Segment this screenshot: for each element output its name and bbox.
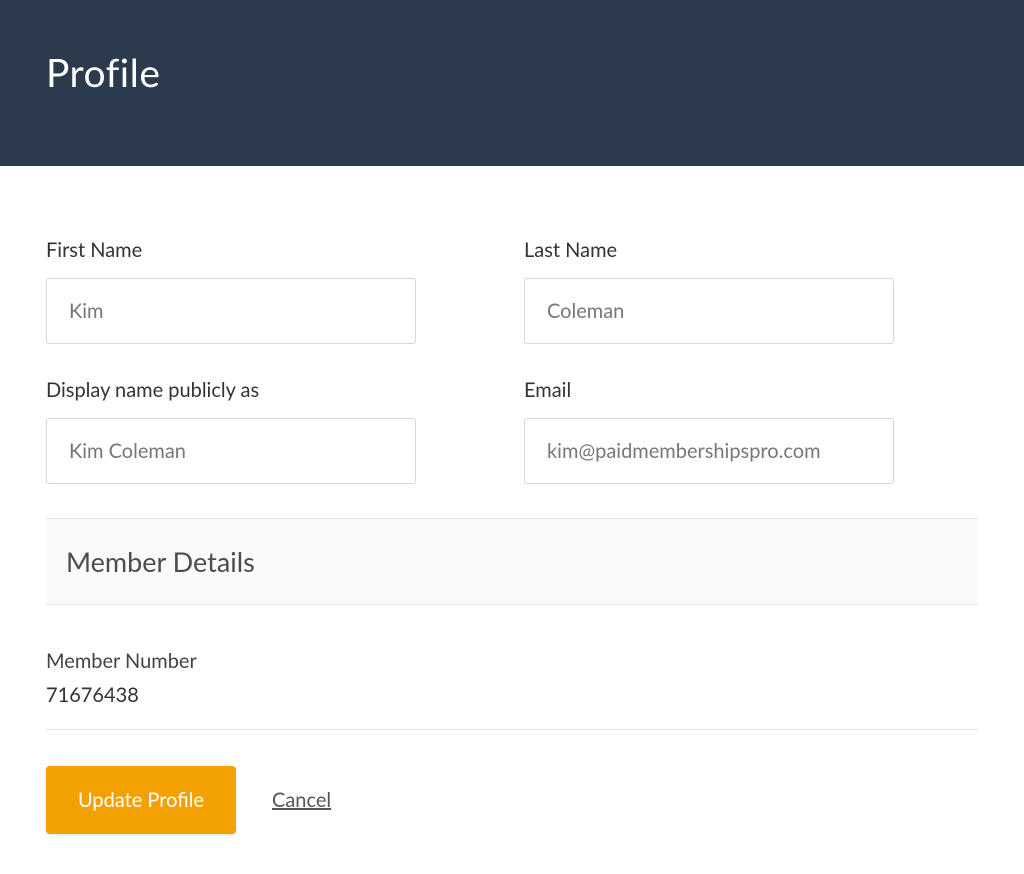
page-header: Profile	[0, 0, 1024, 166]
form-actions: Update Profile Cancel	[46, 766, 978, 834]
member-number-block: Member Number 71676438	[46, 649, 978, 707]
email-label: Email	[524, 378, 894, 402]
divider	[46, 729, 978, 730]
email-group: Email	[524, 378, 894, 484]
display-name-label: Display name publicly as	[46, 378, 416, 402]
email-input[interactable]	[524, 418, 894, 484]
update-profile-button[interactable]: Update Profile	[46, 766, 236, 834]
last-name-input[interactable]	[524, 278, 894, 344]
last-name-label: Last Name	[524, 238, 894, 262]
cancel-link[interactable]: Cancel	[272, 788, 331, 812]
last-name-group: Last Name	[524, 238, 894, 344]
display-name-input[interactable]	[46, 418, 416, 484]
first-name-input[interactable]	[46, 278, 416, 344]
first-name-group: First Name	[46, 238, 416, 344]
member-details-header: Member Details	[46, 518, 978, 605]
form-row: First Name Last Name	[46, 238, 978, 344]
member-number-label: Member Number	[46, 649, 978, 673]
page-title: Profile	[46, 50, 978, 96]
first-name-label: First Name	[46, 238, 416, 262]
profile-form: First Name Last Name Display name public…	[0, 166, 1024, 874]
member-details-title: Member Details	[66, 545, 958, 578]
form-row: Display name publicly as Email	[46, 378, 978, 484]
member-number-value: 71676438	[46, 683, 978, 707]
display-name-group: Display name publicly as	[46, 378, 416, 484]
